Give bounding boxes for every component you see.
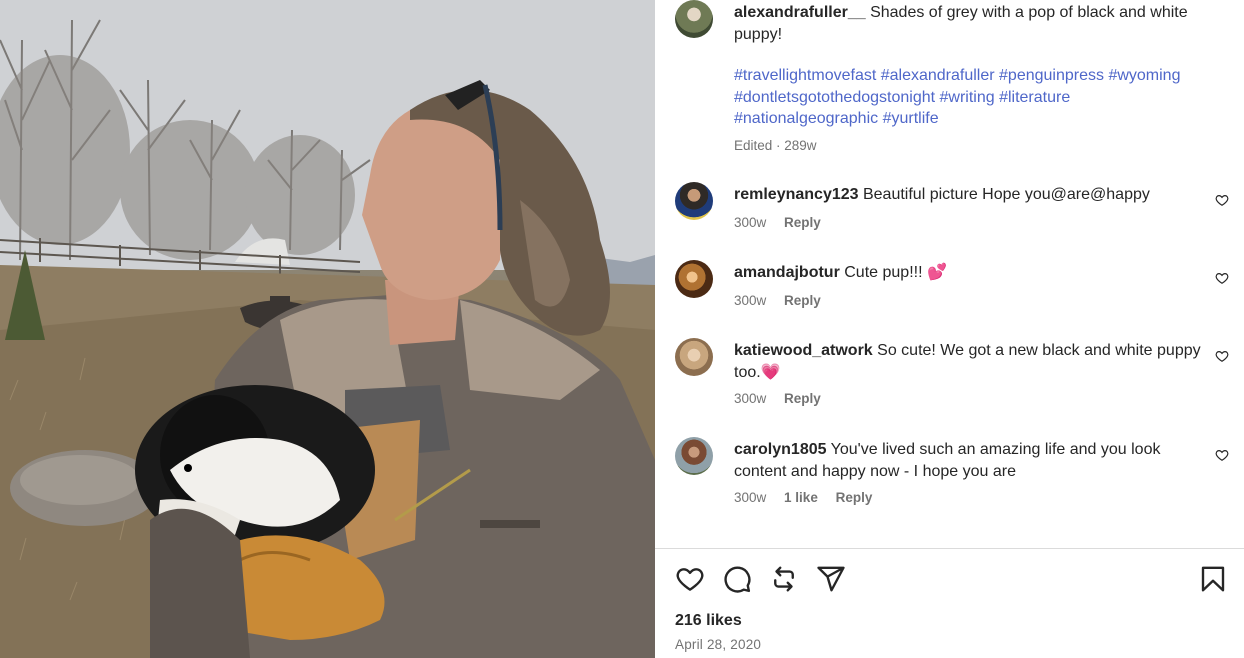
comment-meta: 300w Reply <box>734 215 835 230</box>
comment-age: 300w <box>734 293 767 308</box>
comment-body: Beautiful picture Hope you@are@happy <box>862 186 1150 203</box>
comment-text: remleynancy123 Beautiful picture Hope yo… <box>734 184 1204 206</box>
comment-meta: 300w Reply <box>734 293 835 308</box>
comment-like-heart-icon[interactable] <box>1215 193 1229 207</box>
comment-likes-count[interactable]: 1 like <box>784 490 818 505</box>
reply-button[interactable]: Reply <box>784 391 821 406</box>
caption-meta: Edited · 289w <box>734 138 831 153</box>
action-bar <box>675 564 1225 596</box>
comment-age: 300w <box>734 215 767 230</box>
commenter-username[interactable]: katiewood_atwork <box>734 342 873 359</box>
commenter-avatar[interactable] <box>675 182 713 220</box>
commenter-username[interactable]: remleynancy123 <box>734 186 859 203</box>
author-avatar[interactable] <box>675 0 713 38</box>
commenter-avatar[interactable] <box>675 437 713 475</box>
actions-divider <box>655 548 1244 549</box>
comment-age: 300w <box>734 490 767 505</box>
photo-illustration <box>0 0 655 658</box>
reply-button[interactable]: Reply <box>836 490 873 505</box>
comment-body: Cute pup!!! 💕 <box>844 264 947 281</box>
heart-icon[interactable] <box>675 564 705 594</box>
commenter-avatar[interactable] <box>675 260 713 298</box>
commenter-username[interactable]: amandajbotur <box>734 264 840 281</box>
comment-like-heart-icon[interactable] <box>1215 349 1229 363</box>
send-icon[interactable] <box>816 564 846 594</box>
commenter-avatar[interactable] <box>675 338 713 376</box>
post-date[interactable]: April 28, 2020 <box>675 637 761 652</box>
comment-age: 300w <box>734 391 767 406</box>
comment-bubble-icon[interactable] <box>722 564 752 594</box>
post-photo <box>0 0 655 658</box>
caption-hashtags[interactable]: #travellightmovefast #alexandrafuller #p… <box>734 65 1204 130</box>
comment-meta: 300w 1 like Reply <box>734 490 886 505</box>
caption-text: alexandrafuller__ Shades of grey with a … <box>734 2 1204 45</box>
bookmark-icon[interactable] <box>1198 564 1228 594</box>
comment-text: katiewood_atwork So cute! We got a new b… <box>734 340 1204 383</box>
reply-button[interactable]: Reply <box>784 215 821 230</box>
author-username[interactable]: alexandrafuller__ <box>734 4 866 21</box>
repost-icon[interactable] <box>769 564 799 594</box>
comment-text: amandajbotur Cute pup!!! 💕 <box>734 262 1204 284</box>
comment-like-heart-icon[interactable] <box>1215 271 1229 285</box>
edited-time: Edited · 289w <box>734 138 817 153</box>
comment-meta: 300w Reply <box>734 391 835 406</box>
post-sidebar: alexandrafuller__ Shades of grey with a … <box>655 0 1244 658</box>
reply-button[interactable]: Reply <box>784 293 821 308</box>
commenter-username[interactable]: carolyn1805 <box>734 441 827 458</box>
comment-text: carolyn1805 You've lived such an amazing… <box>734 439 1204 482</box>
likes-count[interactable]: 216 likes <box>675 612 742 630</box>
comment-like-heart-icon[interactable] <box>1215 448 1229 462</box>
